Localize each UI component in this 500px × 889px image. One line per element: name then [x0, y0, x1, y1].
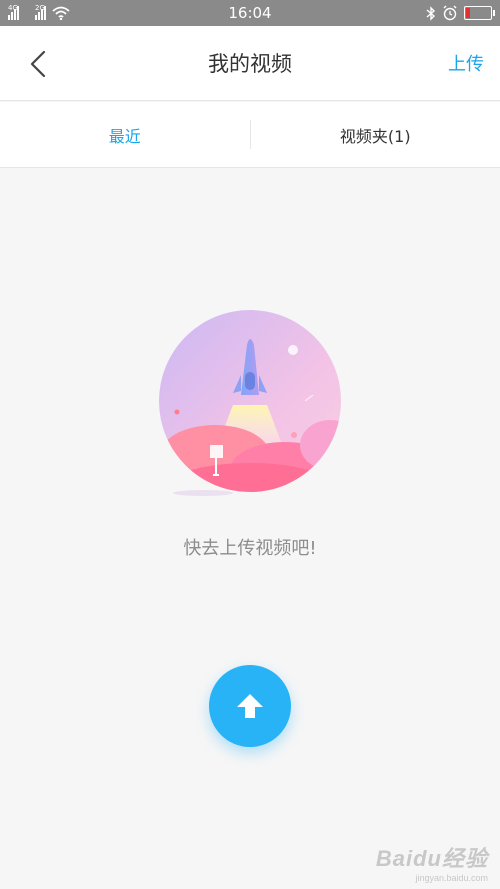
rocket-illustration: [159, 310, 341, 496]
upload-button[interactable]: 上传: [448, 50, 484, 76]
status-left: 4G 2G: [8, 4, 70, 20]
status-bar: 4G 2G 16:04: [0, 0, 500, 26]
baidu-watermark: Baidu经验 jingyan.baidu.com: [376, 841, 488, 883]
tab-video-folder[interactable]: 视频夹(1): [251, 102, 500, 167]
network-label-2: 2G: [35, 4, 45, 12]
wifi-icon: [52, 6, 70, 20]
network-label-1: 4G: [8, 4, 18, 12]
alarm-icon: [443, 5, 457, 21]
battery-icon: [464, 6, 495, 20]
tab-recent[interactable]: 最近: [0, 102, 250, 167]
status-right: [426, 5, 495, 21]
battery-fill: [466, 8, 470, 18]
tab-bar: 最近 视频夹(1): [0, 102, 500, 168]
page-title: 我的视频: [208, 52, 292, 76]
watermark-logo: Baidu经验: [375, 846, 488, 871]
header: 我的视频 上传: [0, 26, 500, 101]
upload-arrow-icon: [237, 694, 263, 718]
status-time: 16:04: [228, 4, 272, 22]
signal-icon: 4G: [8, 4, 19, 20]
signal-icon-2: 2G: [35, 4, 46, 20]
upload-fab-button[interactable]: [209, 665, 291, 747]
bluetooth-icon: [426, 5, 436, 21]
empty-state-message: 快去上传视频吧!: [183, 538, 317, 559]
watermark-url: jingyan.baidu.com: [415, 873, 488, 883]
